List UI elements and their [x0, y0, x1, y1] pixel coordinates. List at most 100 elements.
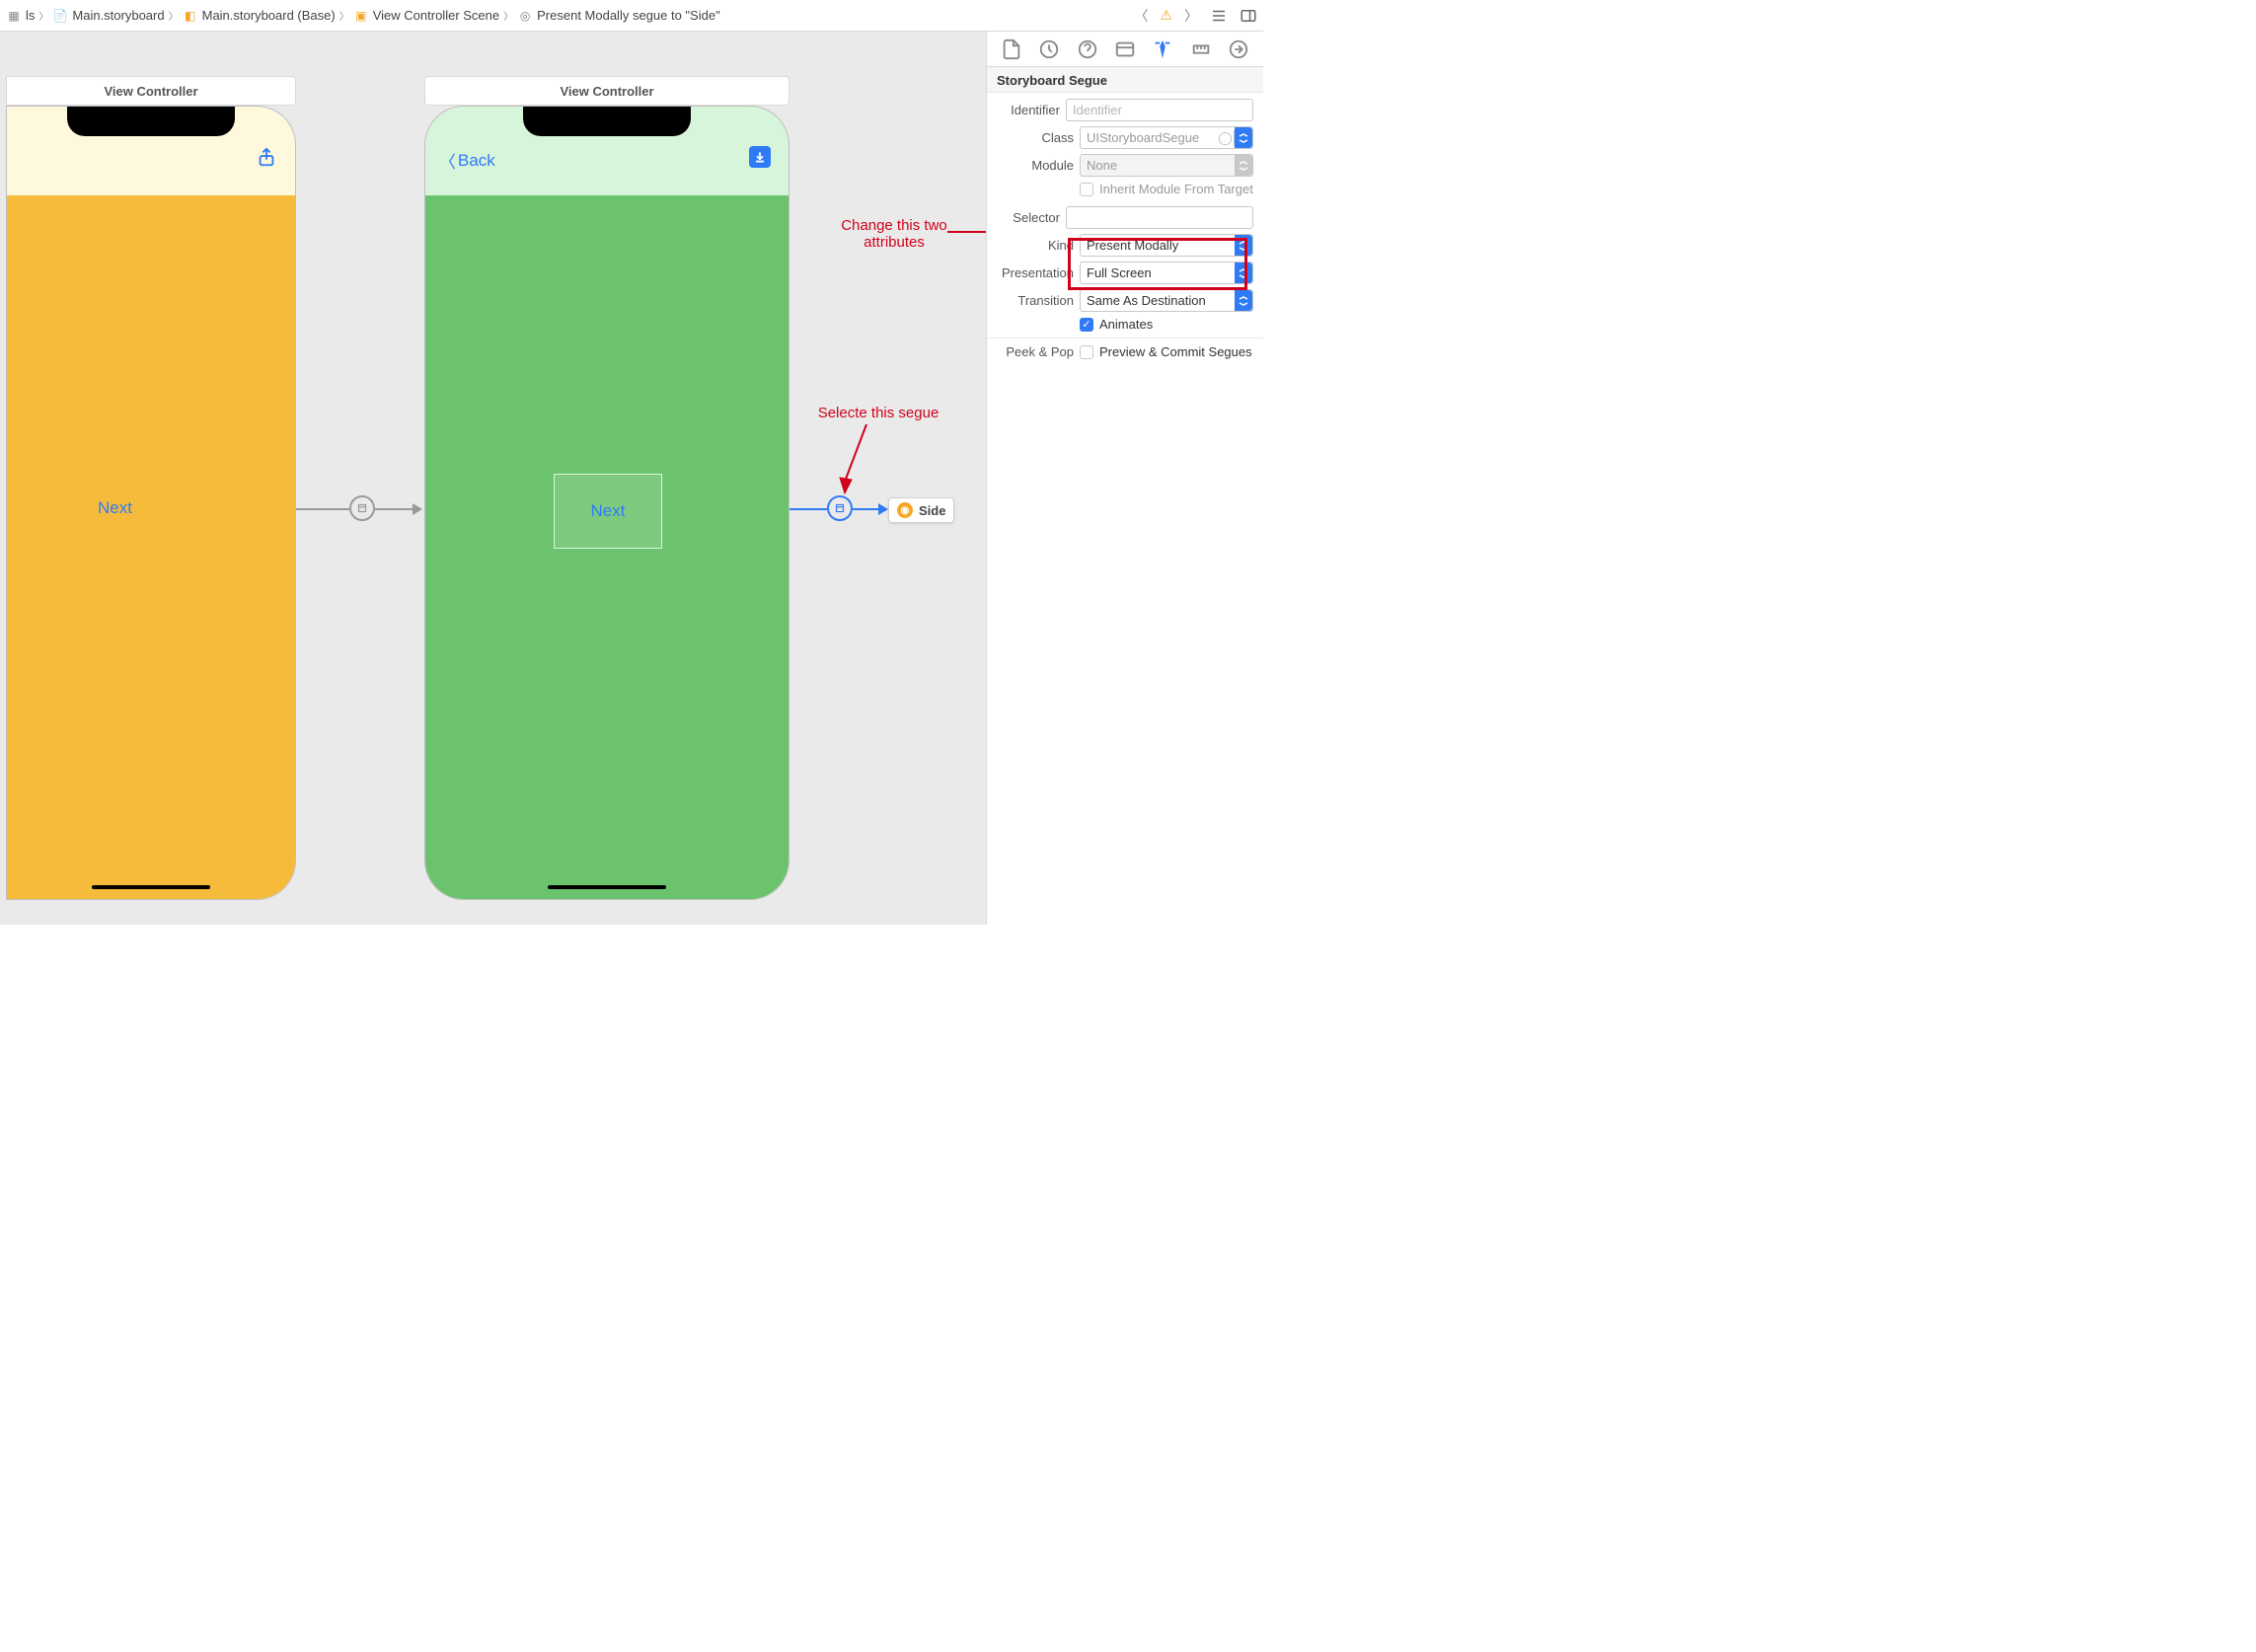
segue-node-present[interactable] — [349, 495, 375, 521]
annotation-select-segue: Selecte this segue — [799, 405, 957, 421]
inherit-checkbox[interactable] — [1080, 183, 1093, 196]
button-label: Next — [98, 498, 132, 517]
inherit-label: Inherit Module From Target — [1099, 182, 1253, 196]
device-frame-1[interactable]: Next — [6, 106, 296, 900]
scene-title-1[interactable]: View Controller — [6, 76, 296, 106]
crumb-segue[interactable]: ◎ Present Modally segue to "Side" — [517, 8, 720, 24]
animates-checkbox[interactable]: ✓ — [1080, 318, 1093, 332]
inspector-form: Identifier Class UIStoryboardSegue ◯ Mod… — [987, 93, 1263, 376]
field-label: Selector — [997, 210, 1060, 225]
segue-connector — [375, 508, 413, 510]
identifier-field[interactable] — [1066, 99, 1253, 121]
chevron-down-icon[interactable] — [1235, 290, 1252, 311]
kind-row: Kind Present Modally — [997, 234, 1253, 257]
assistant-toggle-icon[interactable] — [1240, 7, 1257, 25]
segue-connector-selected — [853, 508, 878, 510]
annotation-arrow-icon — [947, 225, 986, 239]
select-value: Same As Destination — [1081, 293, 1235, 308]
segue-node-selected[interactable] — [827, 495, 853, 521]
chevron-right-icon: 〉 — [38, 8, 48, 23]
scene-icon: ▣ — [353, 8, 369, 24]
scene-title-label: View Controller — [560, 84, 653, 99]
selector-field[interactable] — [1066, 206, 1253, 229]
animates-row: ✓ Animates — [997, 317, 1253, 332]
field-label: Transition — [997, 293, 1074, 308]
share-icon[interactable] — [256, 146, 277, 174]
download-icon[interactable] — [749, 146, 771, 168]
home-indicator-icon — [548, 885, 666, 889]
class-select[interactable]: UIStoryboardSegue ◯ — [1080, 126, 1253, 149]
inherit-row: Inherit Module From Target — [997, 182, 1253, 196]
device-frame-2[interactable]: 〈 Back Next — [424, 106, 790, 900]
select-value: Full Screen — [1081, 265, 1235, 280]
chevron-down-icon[interactable] — [1235, 127, 1252, 148]
crumb-label: View Controller Scene — [373, 8, 499, 23]
crumb-storyboard-base[interactable]: ◧ Main.storyboard (Base) — [183, 8, 336, 24]
field-label: Class — [997, 130, 1074, 145]
field-label: Kind — [997, 238, 1074, 253]
arrow-right-icon — [878, 503, 888, 515]
peek-checkbox[interactable] — [1080, 345, 1093, 359]
crumb-label: ls — [26, 8, 35, 23]
kind-select[interactable]: Present Modally — [1080, 234, 1253, 257]
annotation-arrow-icon — [837, 424, 876, 495]
segue-connector-selected — [790, 508, 827, 510]
field-label: Presentation — [997, 265, 1074, 280]
target-icon[interactable]: ◯ — [1217, 130, 1235, 146]
warning-icon[interactable]: ⚠︎ — [1160, 7, 1172, 24]
field-label: Peek & Pop — [997, 344, 1074, 359]
transition-select[interactable]: Same As Destination — [1080, 289, 1253, 312]
presentation-select[interactable]: Full Screen — [1080, 262, 1253, 284]
file-inspector-tab[interactable] — [1001, 38, 1022, 60]
scene-title-2[interactable]: View Controller — [424, 76, 790, 106]
animates-label: Animates — [1099, 317, 1153, 332]
side-reference-chip[interactable]: ◉ Side — [888, 497, 954, 523]
chevron-down-icon[interactable] — [1235, 235, 1252, 256]
crumb-label: Main.storyboard (Base) — [202, 8, 336, 23]
size-inspector-tab[interactable] — [1190, 38, 1212, 60]
crumb-label: Present Modally segue to "Side" — [537, 8, 720, 23]
segue-connector — [296, 508, 349, 510]
nav-back-icon[interactable]: 〈 — [1134, 6, 1148, 26]
help-inspector-tab[interactable] — [1077, 38, 1098, 60]
outline-toggle-icon[interactable] — [1210, 7, 1228, 25]
document-icon: 📄 — [52, 8, 68, 24]
chevron-right-icon: 〉 — [169, 8, 179, 23]
crumb-scene[interactable]: ▣ View Controller Scene — [353, 8, 499, 24]
crumb-storyboard[interactable]: 📄 Main.storyboard — [52, 8, 164, 24]
back-button[interactable]: 〈 Back — [439, 148, 495, 173]
button-label: Next — [591, 501, 626, 521]
identifier-row: Identifier — [997, 99, 1253, 121]
field-label: Identifier — [997, 103, 1060, 117]
select-value: Present Modally — [1081, 238, 1235, 253]
inspector-tabs — [987, 32, 1263, 67]
device-notch-icon — [523, 107, 691, 136]
scene-title-label: View Controller — [104, 84, 197, 99]
chevron-left-icon: 〈 — [439, 148, 456, 173]
chevron-right-icon: 〉 — [503, 8, 513, 23]
device-notch-icon — [67, 107, 235, 136]
history-inspector-tab[interactable] — [1038, 38, 1060, 60]
chevron-right-icon: 〉 — [339, 8, 349, 23]
selector-row: Selector — [997, 206, 1253, 229]
container-view[interactable]: Next — [554, 474, 662, 549]
segue-icon: ◎ — [517, 8, 533, 24]
identity-inspector-tab[interactable] — [1114, 38, 1136, 60]
folder-icon: ▦ — [6, 8, 22, 24]
chevron-down-icon[interactable] — [1235, 263, 1252, 283]
next-button[interactable]: Next — [98, 498, 132, 518]
crumb-label: Main.storyboard — [72, 8, 164, 23]
crumb-root[interactable]: ▦ ls — [6, 8, 35, 24]
storyboard-canvas[interactable]: View Controller Next — [0, 32, 986, 925]
module-select[interactable]: None — [1080, 154, 1253, 177]
connections-inspector-tab[interactable] — [1228, 38, 1249, 60]
chip-label: Side — [919, 503, 945, 518]
viewcontroller-icon: ◉ — [897, 502, 913, 518]
arrow-right-icon — [413, 503, 422, 515]
chevron-down-icon[interactable] — [1235, 155, 1252, 176]
class-row: Class UIStoryboardSegue ◯ — [997, 126, 1253, 149]
jump-bar: ▦ ls 〉 📄 Main.storyboard 〉 ◧ Main.storyb… — [0, 0, 1263, 32]
nav-fwd-icon[interactable]: 〉 — [1184, 6, 1198, 26]
home-indicator-icon — [92, 885, 210, 889]
attributes-inspector-tab[interactable] — [1152, 38, 1173, 60]
